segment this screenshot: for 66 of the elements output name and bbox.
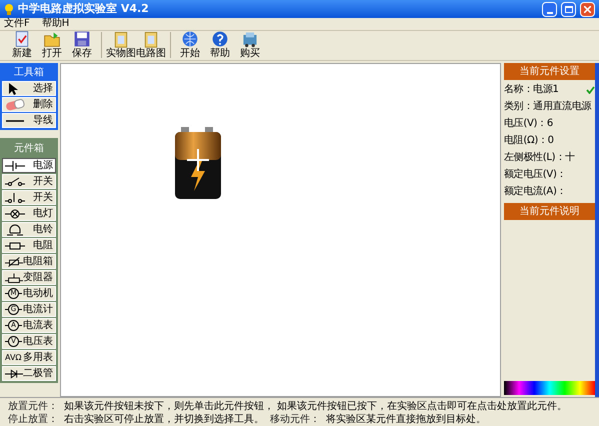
color-palette[interactable] xyxy=(504,381,595,395)
property-text: 左侧极性(L)：十 xyxy=(504,150,575,165)
component-button[interactable]: 二极管 xyxy=(2,366,56,381)
multimeter-label: AVΩ xyxy=(5,352,22,364)
component-button[interactable]: 变阻器 xyxy=(2,270,56,285)
maximize-button[interactable] xyxy=(561,2,576,16)
lamp-symbol-icon xyxy=(5,208,25,220)
toolbar-button[interactable]: 帮助 xyxy=(206,30,234,59)
tool-button[interactable]: 删除 xyxy=(2,97,56,112)
tool-button[interactable]: 导线 xyxy=(2,113,56,128)
close-icon xyxy=(584,6,591,12)
minimize-button[interactable] xyxy=(542,2,557,16)
toolbar-button[interactable]: 购买 xyxy=(236,30,264,59)
status-label: 放置元件： xyxy=(8,401,58,413)
window-title: 中学电路虚拟实验室 V4.2 xyxy=(18,0,149,17)
status-label: 移动元件： xyxy=(270,414,320,426)
eraser-icon xyxy=(5,98,25,111)
component-button[interactable]: 电阻 xyxy=(2,238,56,253)
toolbar-button[interactable]: 电路图 xyxy=(137,30,165,59)
bell-symbol-icon xyxy=(5,224,25,236)
clipboard-icon xyxy=(142,30,160,48)
toolbar-button[interactable]: 新建 xyxy=(8,30,36,59)
menu-item[interactable]: 帮助H xyxy=(42,18,70,30)
diode-symbol-icon xyxy=(5,368,23,380)
status-text: 将实验区某元件直接拖放到目标处。 xyxy=(326,414,486,426)
toolbar-button[interactable]: 实物图 xyxy=(107,30,135,59)
tool-button[interactable]: 选择 xyxy=(2,81,56,96)
property-text: 名称：电源1 xyxy=(504,82,559,97)
battery-symbol-icon xyxy=(5,160,25,172)
component-button[interactable]: 电阻箱 xyxy=(2,254,56,269)
component-button[interactable]: 电源 xyxy=(2,158,56,173)
property-text: 电阻(Ω)：0 xyxy=(504,134,554,148)
panel-title: 工具箱 xyxy=(13,66,45,80)
panel-title: 当前元件说明 xyxy=(504,203,595,220)
property-text: 类别：通用直流电源 xyxy=(504,100,592,114)
rheostat-symbol-icon xyxy=(5,272,23,284)
component-button[interactable]: AVΩ 多用表 xyxy=(2,350,56,365)
component-button[interactable]: 开关 xyxy=(2,190,56,205)
status-text: 如果该元件按钮未按下，则先单击此元件按钮， 如果该元件按钮已按下，在实验区点击即可在点击处放置此元件。 xyxy=(64,401,568,413)
toolbar-button[interactable]: 保存 xyxy=(68,30,96,59)
component-button[interactable]: 开关 xyxy=(2,174,56,189)
battery-drawing[interactable] xyxy=(173,127,223,200)
property-text: 额定电流(A)： xyxy=(504,184,566,199)
globe-icon xyxy=(181,30,199,48)
lightbulb-icon xyxy=(4,2,14,16)
document-icon xyxy=(13,30,31,48)
cart-icon xyxy=(241,30,259,48)
panel-title: 当前元件设置 xyxy=(504,63,595,80)
clipboard-icon xyxy=(112,30,130,48)
status-text: 右击实验区可停止放置，并切换到选择工具。 xyxy=(64,414,264,426)
toolbar-button[interactable]: 打开 xyxy=(38,30,66,59)
menu-item[interactable]: 文件F xyxy=(4,18,30,30)
property-text: 电压(V)：6 xyxy=(504,116,553,131)
toolbar-button[interactable]: 开始 xyxy=(176,30,204,59)
status-label: 停止放置： xyxy=(8,414,58,426)
resistor-box-symbol-icon xyxy=(5,256,23,268)
close-button[interactable] xyxy=(580,2,595,16)
property-text: 额定电压(V)： xyxy=(504,168,566,182)
component-button[interactable]: 电铃 xyxy=(2,222,56,237)
switch-symbol-icon xyxy=(5,176,25,188)
component-button[interactable]: 电灯 xyxy=(2,206,56,221)
resistor-symbol-icon xyxy=(5,240,25,252)
switch-symbol-icon xyxy=(5,192,25,204)
help-icon xyxy=(211,30,229,48)
panel-title: 元件箱 xyxy=(13,142,45,156)
folder-icon xyxy=(43,30,61,48)
